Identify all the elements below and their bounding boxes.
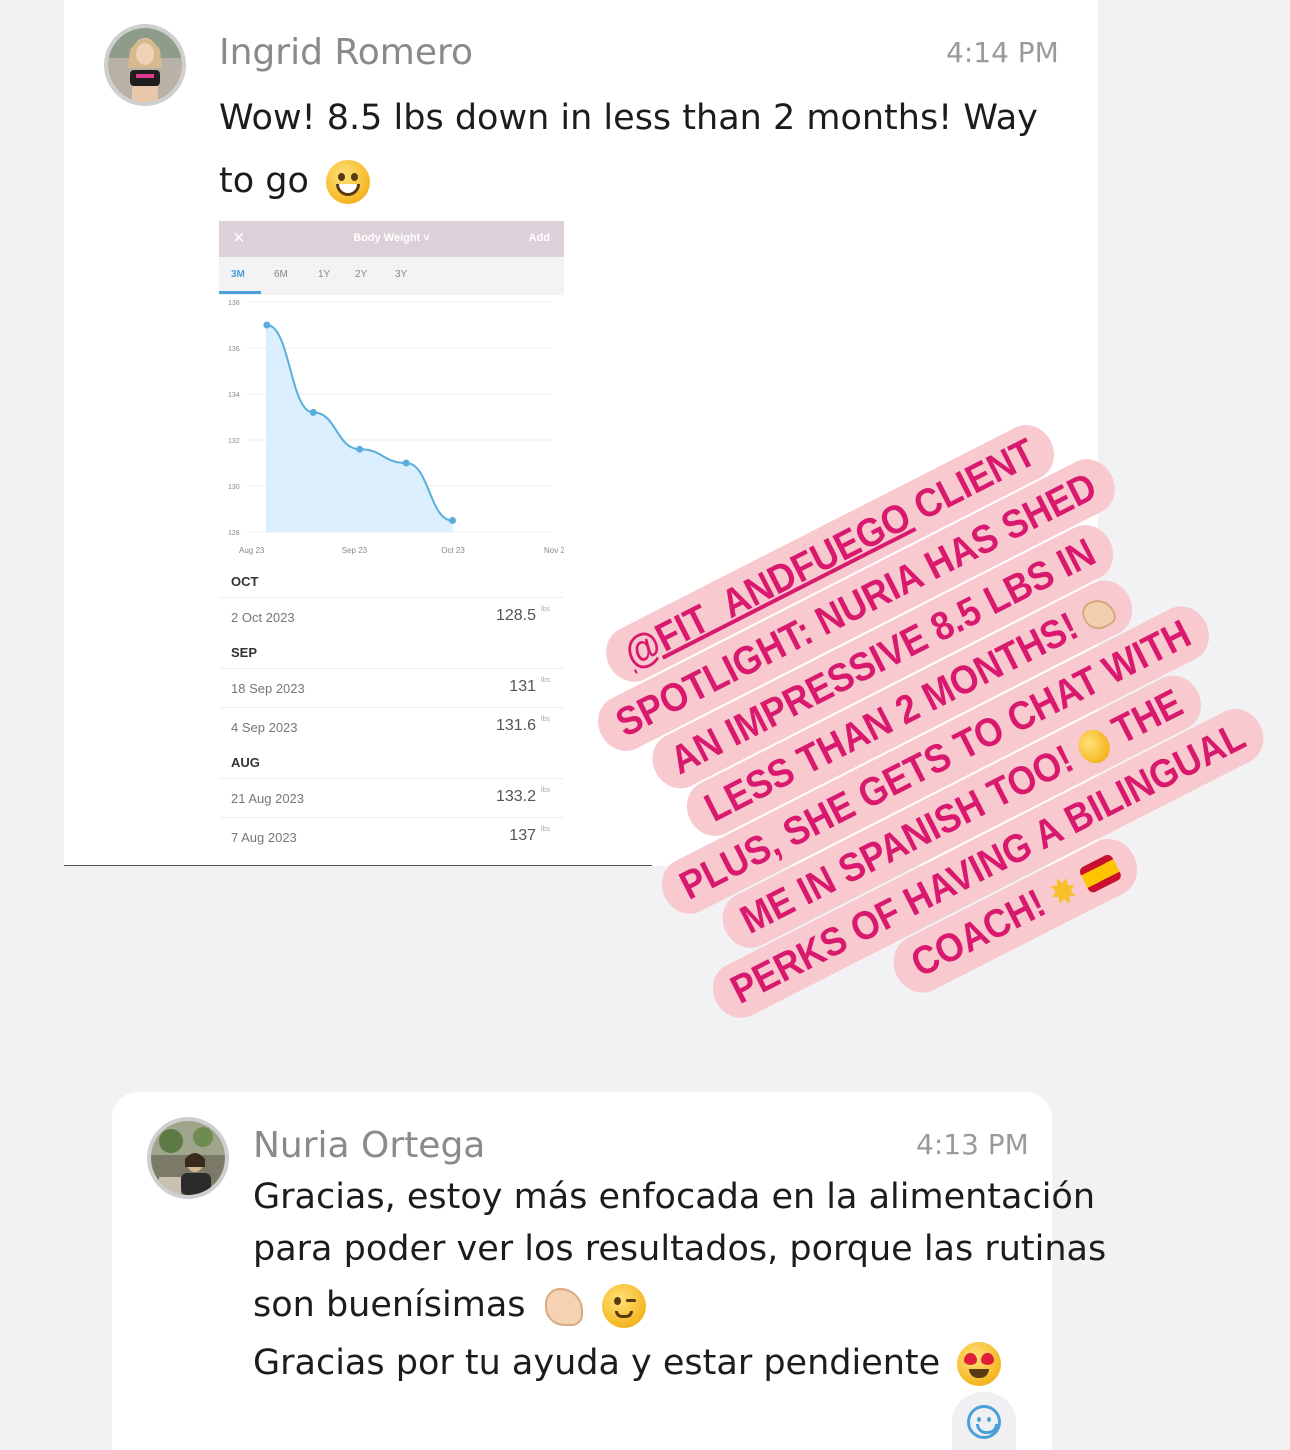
row-divider bbox=[219, 778, 564, 779]
body-weight-screenshot[interactable]: × Body Weight ˅ Add 3M 6M 1Y 2Y 3Y 128 13… bbox=[219, 221, 564, 858]
message-text-line-3: son buenísimas bbox=[253, 1284, 646, 1328]
data-point bbox=[402, 459, 410, 467]
data-point bbox=[309, 408, 317, 416]
grinning-face-icon bbox=[326, 160, 371, 204]
add-button: Add bbox=[528, 232, 550, 244]
tab-3m: 3M bbox=[231, 269, 245, 280]
message-text-line-4: Gracias por tu ayuda y estar pendiente bbox=[253, 1342, 1002, 1386]
section-aug: AUG bbox=[231, 755, 260, 770]
grinning-face-icon bbox=[1072, 724, 1116, 770]
message-time: 4:13 PM bbox=[916, 1128, 1029, 1161]
heart-eyes-icon bbox=[957, 1342, 1002, 1386]
spain-flag-icon bbox=[1077, 853, 1123, 895]
message-text-line-part: son buenísimas bbox=[253, 1285, 526, 1325]
tab-3y: 3Y bbox=[395, 269, 408, 280]
message-text-line-part: to go bbox=[219, 161, 309, 201]
person-photo-icon bbox=[108, 28, 182, 102]
entry-weight: 131.6 bbox=[495, 717, 536, 734]
add-reaction-button[interactable] bbox=[952, 1392, 1016, 1450]
x-tick-label: Nov 23 bbox=[544, 546, 564, 555]
entry-weight: 128.5 bbox=[495, 607, 536, 624]
active-tab-indicator bbox=[219, 291, 261, 294]
x-tick-label: Aug 23 bbox=[239, 546, 265, 555]
y-tick-label: 136 bbox=[228, 346, 240, 353]
message-text-line: Wow! 8.5 lbs down in less than 2 months!… bbox=[219, 98, 1038, 138]
divider bbox=[64, 865, 652, 866]
avatar-ingrid[interactable] bbox=[104, 24, 186, 106]
row-divider bbox=[219, 668, 564, 669]
person-photo-icon bbox=[151, 1121, 225, 1195]
smiley-icon bbox=[967, 1405, 1001, 1439]
row-divider bbox=[219, 707, 564, 708]
message-text-line-part: Gracias por tu ayuda y estar pendiente bbox=[253, 1343, 941, 1383]
range-tabs: 3M 6M 1Y 2Y 3Y bbox=[219, 257, 564, 295]
data-point bbox=[263, 321, 271, 329]
chat-screenshot: Ingrid Romero 4:14 PM Wow! 8.5 lbs down … bbox=[0, 0, 1290, 1450]
entry-unit: lbs bbox=[541, 606, 550, 613]
message-text-line-2: to go bbox=[219, 160, 371, 204]
app-title: Body Weight ˅ bbox=[353, 232, 430, 244]
sender-name: Ingrid Romero bbox=[219, 32, 474, 73]
entry-date: 18 Sep 2023 bbox=[231, 681, 305, 696]
y-tick-label: 138 bbox=[228, 300, 240, 307]
message-text-line: para poder ver los resultados, porque la… bbox=[253, 1229, 1107, 1269]
sender-name: Nuria Ortega bbox=[253, 1125, 486, 1166]
data-point bbox=[449, 517, 457, 524]
tab-6m: 6M bbox=[274, 269, 288, 280]
message-time: 4:14 PM bbox=[946, 36, 1059, 69]
row-divider bbox=[219, 597, 564, 598]
winking-face-icon bbox=[601, 1284, 646, 1328]
tab-2y: 2Y bbox=[355, 269, 368, 280]
x-tick-label: Sep 23 bbox=[342, 546, 368, 555]
section-oct: OCT bbox=[231, 574, 259, 589]
y-tick-label: 130 bbox=[228, 484, 240, 491]
series-area bbox=[266, 325, 453, 532]
entry-date: 7 Aug 2023 bbox=[231, 830, 297, 845]
data-point bbox=[356, 445, 364, 453]
message-text-line: Gracias, estoy más enfocada en la alimen… bbox=[253, 1177, 1096, 1217]
flexed-biceps-icon bbox=[541, 1284, 585, 1328]
y-tick-label: 128 bbox=[228, 530, 240, 537]
tab-1y: 1Y bbox=[318, 269, 331, 280]
entry-weight: 137 bbox=[509, 827, 536, 844]
section-sep: SEP bbox=[231, 645, 258, 660]
x-tick-label: Oct 23 bbox=[441, 546, 465, 555]
app-header: × Body Weight ˅ Add bbox=[219, 221, 564, 257]
entry-date: 4 Sep 2023 bbox=[231, 720, 298, 735]
entry-weight: 133.2 bbox=[495, 788, 536, 805]
y-tick-label: 134 bbox=[228, 392, 240, 399]
flexed-biceps-icon bbox=[1077, 594, 1119, 636]
y-tick-label: 132 bbox=[228, 438, 240, 445]
entry-unit: lbs bbox=[541, 826, 550, 833]
avatar-nuria[interactable] bbox=[147, 1117, 229, 1199]
row-divider bbox=[219, 817, 564, 818]
entry-date: 21 Aug 2023 bbox=[231, 791, 305, 806]
entry-unit: lbs bbox=[541, 787, 550, 794]
entry-date: 2 Oct 2023 bbox=[231, 610, 295, 625]
weight-chart: 128 130 132 134 136 138 Aug 23 Sep 23 Oct 23 Nov … bbox=[228, 300, 564, 555]
